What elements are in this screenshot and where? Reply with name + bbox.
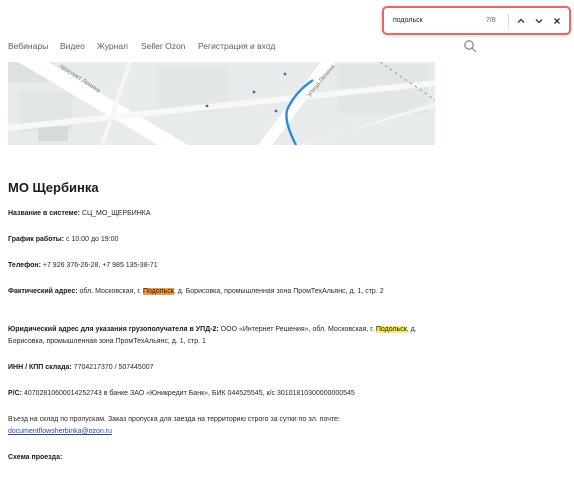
- nav-login-link[interactable]: Регистрация и вход: [198, 41, 275, 51]
- actual-address-text: , д. Борисовка, промышленная зона ПромТе…: [173, 288, 384, 295]
- close-icon[interactable]: [550, 14, 564, 28]
- search-match: Подольск: [375, 326, 407, 333]
- map-view[interactable]: проспект Ленина улица Ленина: [8, 62, 435, 145]
- nav-video-link[interactable]: Видео: [60, 41, 85, 51]
- current-search-match: Подольск: [142, 288, 174, 295]
- legal-address-line: Юридический адрес для указания грузополу…: [8, 324, 438, 348]
- find-input[interactable]: подольск: [393, 17, 423, 24]
- system-name-line: Название в системе: СЦ_МО_ЩЕРБИНКА: [8, 208, 438, 220]
- inn-line: ИНН / КПП склада: 7704217370 / 507445007: [8, 362, 438, 374]
- phone-label: Телефон:: [8, 262, 41, 269]
- entry-text: Въезд на склад по пропускам. Заказ пропу…: [8, 416, 340, 423]
- chevron-up-icon[interactable]: [514, 14, 528, 28]
- page-title: МО Щербинка: [8, 180, 99, 195]
- email-link[interactable]: documentflowsherbinka@ozon.ru: [8, 428, 112, 435]
- schedule-line: График работы: с 10:00 до 19:00: [8, 234, 438, 246]
- find-divider: [508, 14, 509, 29]
- schedule-value: с 10:00 до 19:00: [64, 236, 119, 243]
- account-value: 40702810600014252743 в банке ЗАО «Юникре…: [22, 390, 355, 397]
- schedule-label: График работы:: [8, 236, 65, 243]
- entry-info: Въезд на склад по пропускам. Заказ пропу…: [8, 414, 438, 438]
- chevron-down-icon[interactable]: [532, 14, 546, 28]
- find-match-count: 7/8: [486, 17, 496, 24]
- nav-webinars-link[interactable]: Вебинары: [8, 41, 48, 51]
- system-name-value: СЦ_МО_ЩЕРБИНКА: [79, 210, 151, 217]
- actual-address-label: Фактический адрес:: [8, 288, 78, 295]
- route-label: Схема проезда:: [8, 454, 63, 461]
- legal-address-text: ООО «Интернет Решения», обл. Московская,…: [218, 326, 376, 333]
- inn-label: ИНН / КПП склада:: [8, 364, 72, 371]
- account-line: Р/С: 40702810600014252743 в банке ЗАО «Ю…: [8, 388, 448, 400]
- system-name-label: Название в системе:: [8, 210, 80, 217]
- phone-line: Телефон: +7 926 376-26-28, +7 985 135-38…: [8, 260, 438, 272]
- nav-seller-ozon-link[interactable]: Seller Ozon: [141, 41, 185, 51]
- inn-value: 7704217370 / 507445007: [71, 364, 154, 371]
- account-label: Р/С:: [8, 390, 22, 397]
- route-heading: Схема проезда:: [8, 452, 438, 464]
- phone-value: +7 926 376-26-28, +7 985 135-38-71: [40, 262, 158, 269]
- find-in-page-bar: подольск 7/8: [382, 6, 571, 35]
- search-icon[interactable]: [463, 39, 477, 53]
- nav-journal-link[interactable]: Журнал: [97, 41, 128, 51]
- actual-address-text: обл. Московская, г.: [77, 288, 143, 295]
- actual-address-line: Фактический адрес: обл. Московская, г. П…: [8, 286, 438, 298]
- legal-address-label: Юридический адрес для указания грузополу…: [8, 326, 219, 333]
